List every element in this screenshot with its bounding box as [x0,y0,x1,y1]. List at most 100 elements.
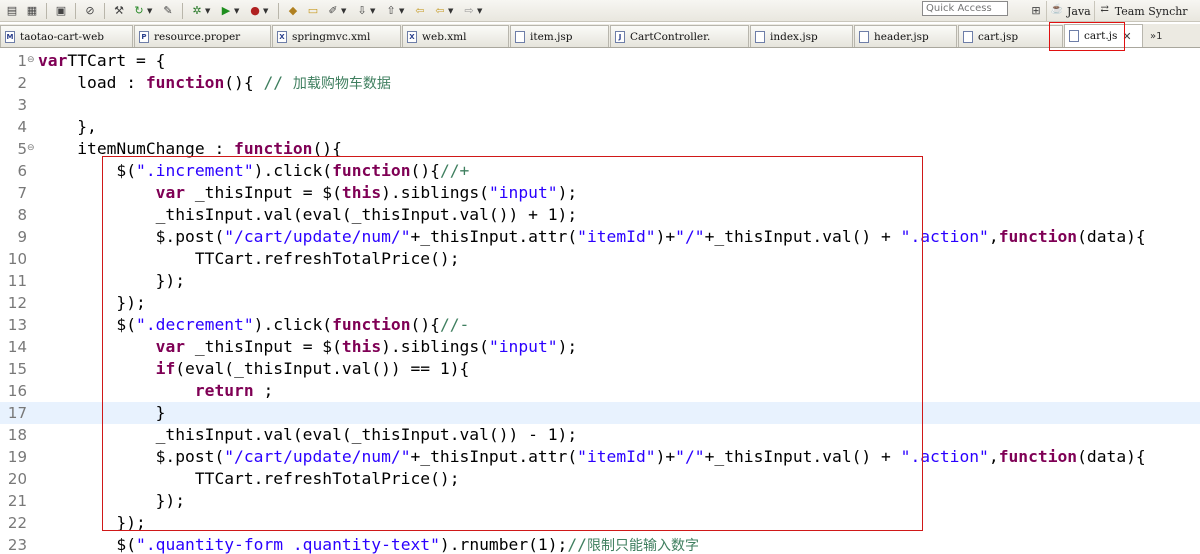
last-edit-icon[interactable]: ⇦ [412,3,428,19]
code-line[interactable]: 22 }); [0,512,1200,534]
code-line[interactable]: 7 var _thisInput = $(this).siblings("inp… [0,182,1200,204]
tab-cart-jsp[interactable]: cart.jsp [958,25,1063,47]
new-file-icon[interactable]: ▤ [4,3,20,19]
tab-web-xml[interactable]: Xweb.xml [402,25,509,47]
chevron-down-icon[interactable]: ▼ [147,7,155,15]
code-editor[interactable]: 1 ⊖ varTTCart = {2 load : function(){ // 加… [0,50,1200,554]
tab-index-jsp[interactable]: index.jsp [750,25,853,47]
code-line[interactable]: 17 } [0,402,1200,424]
tab-springmvc-xml[interactable]: Xspringmvc.xml [272,25,401,47]
back-icon[interactable]: ⇦ [432,3,448,19]
code-line[interactable]: 23 $(".quantity-form .quantity-text").rn… [0,534,1200,554]
line-number: 7 [17,184,27,202]
code-line[interactable]: 3 [0,94,1200,116]
next-annotation-icon[interactable]: ⇩ [354,3,370,19]
code-line[interactable]: 1 ⊖ varTTCart = { [0,50,1200,72]
open-folder-icon[interactable]: ▭ [305,3,321,19]
build-icon[interactable]: ⚒ [111,3,127,19]
tab-item-jsp[interactable]: item.jsp [510,25,609,47]
external-tools-icon[interactable]: ● [247,3,263,19]
code-line[interactable]: 9 $.post("/cart/update/num/"+_thisInput.… [0,226,1200,248]
file-type-icon: J [615,30,625,43]
comment-token: // [263,73,293,92]
code-text: $.post("/cart/update/num/"+_thisInput.at… [38,226,1146,248]
tab-taotao-cart-web[interactable]: Mtaotao-cart-web [0,25,133,47]
tab-cart-js[interactable]: cart.js ✕ [1064,24,1143,47]
chevron-down-icon[interactable]: ▼ [399,7,407,15]
tab-resource-proper[interactable]: Presource.proper [134,25,271,47]
code-line[interactable]: 11 }); [0,270,1200,292]
file-type-icon [755,30,765,43]
chevron-down-icon[interactable]: ▼ [234,7,242,15]
code-line[interactable]: 14 var _thisInput = $(this).siblings("in… [0,336,1200,358]
line-number: 16 [7,382,27,400]
code-line[interactable]: 2 load : function(){ // 加载购物车数据 [0,72,1200,94]
tab-label: CartController. [630,30,711,43]
chevron-down-icon[interactable]: ▼ [341,7,349,15]
debug-icon[interactable]: ✲ [189,3,205,19]
chevron-down-icon[interactable]: ▼ [448,7,456,15]
java-perspective-icon: ☕ [1050,4,1064,15]
previous-annotation-icon[interactable]: ⇧ [383,3,399,19]
code-line[interactable]: 16 return ; [0,380,1200,402]
save-icon[interactable]: ▦ [24,3,40,19]
code-line[interactable]: 10 TTCart.refreshTotalPrice(); [0,248,1200,270]
tab-overflow-button[interactable]: »1 [1144,25,1168,47]
code-text: $(".decrement").click(function(){//- [38,314,469,336]
print-icon[interactable]: ▣ [53,3,69,19]
code-line[interactable]: 6 $(".increment").click(function(){//+ [0,160,1200,182]
line-number: 11 [7,272,27,290]
code-line[interactable]: 15 if(eval(_thisInput.val()) == 1){ [0,358,1200,380]
tab-cartcontroller[interactable]: J CartController. [610,25,749,47]
chevron-down-icon[interactable]: ▼ [205,7,213,15]
keyword-token: function [234,139,313,158]
code-line[interactable]: 18 _thisInput.val(eval(_thisInput.val())… [0,424,1200,446]
string-token: "/" [675,227,705,246]
tab-header-jsp[interactable]: header.jsp [854,25,957,47]
fold-toggle-icon[interactable]: ⊖ [27,55,38,66]
quick-access-input[interactable] [922,1,1008,16]
pen-tool-icon[interactable]: ✐ [325,3,341,19]
forward-icon[interactable]: ⇨ [461,3,477,19]
code-line[interactable]: 8 _thisInput.val(eval(_thisInput.val()) … [0,204,1200,226]
code-token: +_thisInput.attr( [410,227,578,246]
perspective-java[interactable]: ☕ Java [1046,1,1094,21]
code-token: ; [253,381,274,400]
code-line[interactable]: 5 ⊖ itemNumChange : function(){ [0,138,1200,160]
code-line[interactable]: 19 $.post("/cart/update/num/"+_thisInput… [0,446,1200,468]
line-number: 22 [7,514,27,532]
code-line[interactable]: 21 }); [0,490,1200,512]
code-token: }); [38,513,146,532]
code-line[interactable]: 4 }, [0,116,1200,138]
code-text: }); [38,490,185,512]
code-text: }); [38,512,146,534]
editor-tab-bar: Mtaotao-cart-web Presource.proper Xspringm… [0,24,1200,48]
run-icon[interactable]: ▶ [218,3,234,19]
chevron-down-icon[interactable]: ▼ [370,7,378,15]
code-token: ); [557,183,578,202]
line-number: 8 [17,206,27,224]
perspective-team-sync[interactable]: ⇄ Team Synchr [1093,1,1191,21]
chevron-down-icon[interactable]: ▼ [263,7,271,15]
new-package-icon[interactable]: ◆ [285,3,301,19]
skip-breakpoints-icon[interactable]: ⊘ [82,3,98,19]
code-token: }, [38,117,97,136]
code-text: itemNumChange : function(){ [38,138,342,160]
open-perspective-icon[interactable]: ⊞ [1028,3,1044,19]
code-token: $( [38,535,137,554]
code-line[interactable]: 20 TTCart.refreshTotalPrice(); [0,468,1200,490]
code-token: (data){ [1077,447,1146,466]
perspective-switcher: ⊞ ☕ Java ⇄ Team Synchr [1026,0,1191,22]
refresh-icon[interactable]: ↻ [131,3,147,19]
code-line[interactable]: 12 }); [0,292,1200,314]
code-token: ).click( [253,161,333,180]
code-line[interactable]: 13 $(".decrement").click(function(){//- [0,314,1200,336]
fold-toggle-icon[interactable]: ⊖ [27,143,38,154]
tab-label: cart.jsp [978,30,1019,43]
close-icon[interactable]: ✕ [1122,30,1131,43]
toolbar-separator [46,2,47,19]
main-toolbar: ▤ ▦ ▣ ⊘ ⚒ ↻ ▼ ✎ ✲ ▼ ▶ ▼ ● ▼ ◆ ▭ ✐ ▼ ⇩ ▼ … [0,0,1200,22]
code-token: (){ [224,73,264,92]
edit-icon[interactable]: ✎ [160,3,176,19]
chevron-down-icon[interactable]: ▼ [477,7,485,15]
